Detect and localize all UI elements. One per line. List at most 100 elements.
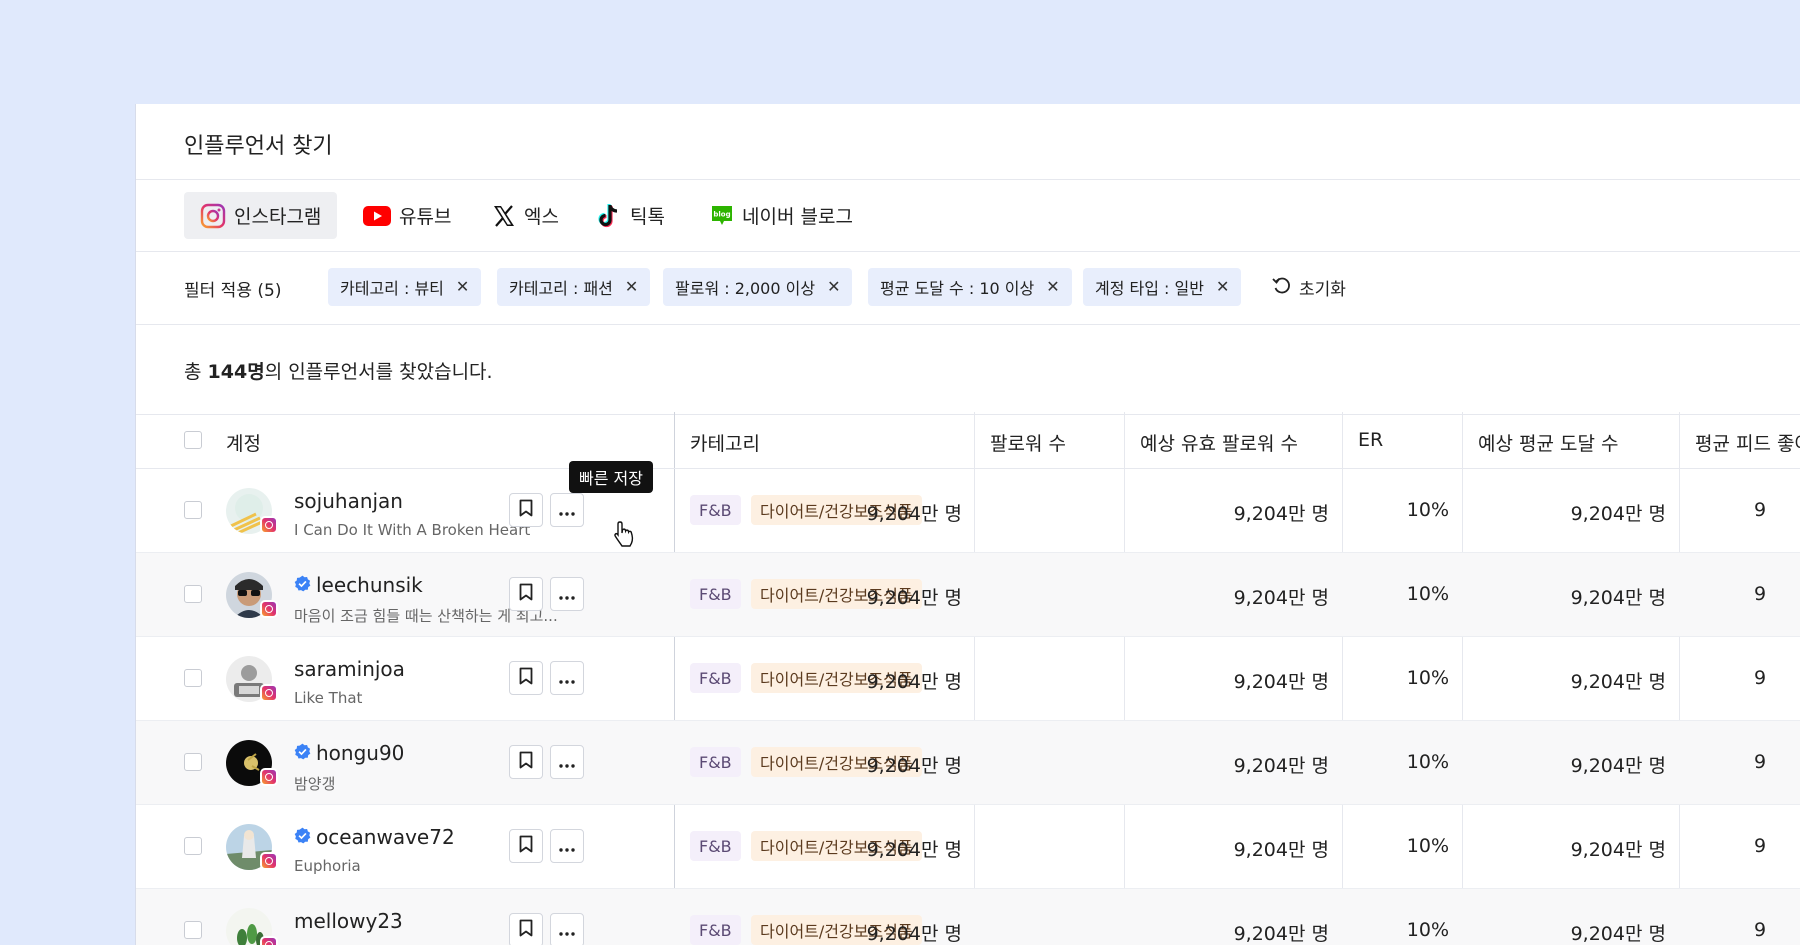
followers-value: 9,204만 명: [866, 671, 962, 693]
effective-followers-value: 9,204만 명: [1233, 503, 1329, 525]
bookmark-button[interactable]: [509, 745, 543, 779]
close-icon[interactable]: ✕: [456, 279, 469, 295]
more-button[interactable]: [550, 913, 584, 945]
more-icon: [558, 837, 576, 856]
close-icon[interactable]: ✕: [625, 279, 638, 295]
bookmark-button[interactable]: [509, 829, 543, 863]
header-category[interactable]: 카테고리: [690, 429, 760, 456]
influencer-search-panel: 인플루언서 찾기 인스타그램 유튜브 엑스 틱톡 blog 네이버 블로그 필터…: [135, 104, 1800, 945]
account-username-wrap[interactable]: oceanwave72: [294, 825, 455, 849]
more-icon: [558, 921, 576, 940]
header-avg-feed-likes[interactable]: 평균 피드 좋아요: [1695, 429, 1800, 456]
table-row[interactable]: saraminjoa Like That F&B 다이어트/건강보조식품 9,204만 …: [136, 637, 1800, 721]
avg-feed-likes-value: 9: [1754, 499, 1767, 521]
header-er[interactable]: ER: [1358, 429, 1383, 451]
filter-chip[interactable]: 계정 타입 : 일반 ✕: [1083, 268, 1242, 306]
bookmark-button[interactable]: [509, 913, 543, 945]
header-avg-reach[interactable]: 예상 평균 도달 수: [1478, 429, 1618, 456]
avg-feed-likes-value: 9: [1754, 751, 1767, 773]
more-button[interactable]: [550, 661, 584, 695]
bookmark-icon: [518, 583, 534, 605]
row-checkbox[interactable]: [184, 501, 202, 519]
tab-youtube[interactable]: 유튜브: [347, 192, 467, 239]
er-value: 10%: [1406, 667, 1449, 689]
category-tag: F&B: [690, 831, 741, 861]
tab-instagram[interactable]: 인스타그램: [184, 192, 338, 239]
platform-tabs: 인스타그램 유튜브 엑스 틱톡 blog 네이버 블로그: [136, 180, 1800, 252]
reset-filters-button[interactable]: 초기화: [1271, 274, 1346, 301]
tab-label: 인스타그램: [234, 206, 322, 228]
more-icon: [558, 669, 576, 688]
tab-naver-blog[interactable]: blog 네이버 블로그: [694, 192, 869, 239]
account-username-wrap[interactable]: saraminjoa: [294, 657, 405, 681]
hand-cursor-icon: [612, 520, 638, 554]
select-all-checkbox[interactable]: [184, 431, 202, 449]
bookmark-button[interactable]: [509, 661, 543, 695]
row-checkbox[interactable]: [184, 753, 202, 771]
result-count: 144명: [207, 361, 265, 383]
table-body: sojuhanjan I Can Do It With A Broken Hear…: [136, 469, 1800, 945]
tab-label: 틱톡: [630, 206, 665, 228]
more-icon: [558, 585, 576, 604]
bookmark-icon: [518, 835, 534, 857]
row-checkbox[interactable]: [184, 669, 202, 687]
refresh-icon: [1271, 274, 1293, 301]
header-followers[interactable]: 팔로워 수: [990, 429, 1066, 456]
avg-reach-value: 9,204만 명: [1570, 671, 1666, 693]
table-row[interactable]: oceanwave72 Euphoria F&B 다이어트/건강보조식품 9,204만 …: [136, 805, 1800, 889]
bookmark-button[interactable]: [509, 493, 543, 527]
result-prefix: 총: [184, 361, 208, 383]
category-tag: F&B: [690, 579, 741, 609]
more-button[interactable]: [550, 745, 584, 779]
chip-label: 카테고리 : 뷰티: [340, 279, 444, 298]
effective-followers-value: 9,204만 명: [1233, 755, 1329, 777]
account-username-wrap[interactable]: leechunsik: [294, 573, 423, 597]
account-bio: I Can Do It With A Broken Heart: [294, 521, 531, 539]
row-checkbox[interactable]: [184, 585, 202, 603]
effective-followers-value: 9,204만 명: [1233, 839, 1329, 861]
table-row[interactable]: hongu90 밤양갱 F&B 다이어트/건강보조식품 9,204만 명 9,204만 명…: [136, 721, 1800, 805]
more-button[interactable]: [550, 577, 584, 611]
close-icon[interactable]: ✕: [827, 279, 840, 295]
avg-reach-value: 9,204만 명: [1570, 839, 1666, 861]
filter-count-label: 필터 적용 (5): [184, 281, 282, 301]
verified-icon: [294, 825, 311, 849]
account-username[interactable]: saraminjoa: [294, 657, 405, 681]
table-row[interactable]: sojuhanjan I Can Do It With A Broken Hear…: [136, 469, 1800, 553]
filter-chip[interactable]: 평균 도달 수 : 10 이상 ✕: [868, 268, 1072, 306]
result-summary: 총 144명의 인플루언서를 찾았습니다.: [136, 325, 1800, 415]
more-button[interactable]: [550, 829, 584, 863]
bookmark-button[interactable]: [509, 577, 543, 611]
category-tag: F&B: [690, 495, 741, 525]
header-effective-followers[interactable]: 예상 유효 팔로워 수: [1140, 429, 1298, 456]
bookmark-icon: [518, 919, 534, 941]
row-checkbox[interactable]: [184, 921, 202, 939]
effective-followers-value: 9,204만 명: [1233, 923, 1329, 945]
table-row[interactable]: leechunsik 마음이 조금 힘들 때는 산책하는 게 최고... F&B 다이…: [136, 553, 1800, 637]
header-account[interactable]: 계정: [226, 429, 261, 456]
more-button[interactable]: [550, 493, 584, 527]
verified-icon: [294, 573, 311, 597]
account-username[interactable]: leechunsik: [316, 573, 423, 597]
account-username[interactable]: mellowy23: [294, 909, 403, 933]
filter-chip[interactable]: 카테고리 : 패션 ✕: [497, 268, 651, 306]
tab-x[interactable]: 엑스: [476, 192, 575, 239]
bookmark-icon: [518, 499, 534, 521]
account-username-wrap[interactable]: hongu90: [294, 741, 404, 765]
avg-feed-likes-value: 9: [1754, 583, 1767, 605]
filter-chip[interactable]: 팔로워 : 2,000 이상 ✕: [663, 268, 853, 306]
close-icon[interactable]: ✕: [1216, 279, 1229, 295]
close-icon[interactable]: ✕: [1046, 279, 1059, 295]
filter-chip[interactable]: 카테고리 : 뷰티 ✕: [328, 268, 482, 306]
account-username[interactable]: hongu90: [316, 741, 404, 765]
account-username[interactable]: sojuhanjan: [294, 489, 403, 513]
instagram-badge-icon: [260, 768, 278, 786]
account-username-wrap[interactable]: mellowy23: [294, 909, 403, 933]
account-username[interactable]: oceanwave72: [316, 825, 455, 849]
instagram-icon: [200, 203, 226, 229]
row-checkbox[interactable]: [184, 837, 202, 855]
instagram-badge-icon: [260, 852, 278, 870]
table-row[interactable]: mellowy23 F&B 다이어트/건강보조식품 9,204만 명 9,204만 명1…: [136, 889, 1800, 945]
tab-tiktok[interactable]: 틱톡: [582, 192, 681, 239]
account-username-wrap[interactable]: sojuhanjan: [294, 489, 403, 513]
